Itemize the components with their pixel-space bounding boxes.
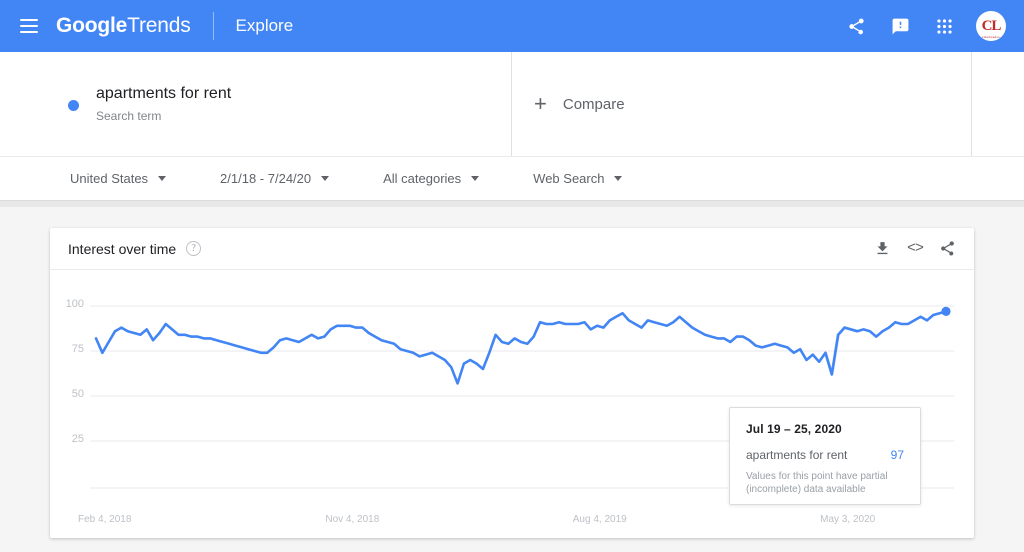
user-avatar[interactable]: CL clasificados <box>976 11 1006 41</box>
y-axis-tick-50: 50 <box>71 388 84 400</box>
feedback-icon[interactable] <box>880 6 920 46</box>
embed-glyph: <> <box>906 240 924 257</box>
chart-tooltip: Jul 19 – 25, 2020 apartments for rent 97… <box>729 407 921 505</box>
plus-icon: + <box>534 91 547 116</box>
compare-button[interactable]: + Compare <box>534 93 625 115</box>
y-axis-tick-75: 75 <box>71 343 84 355</box>
filter-date-range-label: 2/1/18 - 7/24/20 <box>220 171 312 186</box>
filter-location[interactable]: United States <box>70 171 167 186</box>
search-term-card[interactable]: apartments for rent Search term <box>0 52 512 156</box>
search-term-type: Search term <box>96 109 162 123</box>
filter-search-type-label: Web Search <box>533 171 605 186</box>
app-header: GoogleTrends Explore CL clasificados <box>0 0 1024 52</box>
page-title: Interest over time <box>68 240 177 257</box>
search-term-label: apartments for rent <box>96 85 232 102</box>
help-circle-icon[interactable]: ? <box>186 241 202 256</box>
header-actions: CL clasificados <box>836 6 1024 46</box>
share-icon[interactable] <box>836 6 876 46</box>
share-icon[interactable] <box>939 240 956 257</box>
interest-over-time-card: Interest over time ? <> 100 75 50 25 Feb… <box>50 228 974 538</box>
explore-nav-link[interactable]: Explore <box>236 16 294 36</box>
filter-date-range[interactable]: 2/1/18 - 7/24/20 <box>220 171 330 186</box>
embed-code-icon[interactable]: <> <box>906 240 924 257</box>
chevron-down-icon <box>471 176 480 181</box>
query-row-spacer <box>972 52 1024 156</box>
query-row: apartments for rent Search term + Compar… <box>0 52 1024 156</box>
avatar-initials: CL <box>981 17 1002 34</box>
filter-search-type[interactable]: Web Search <box>533 171 623 186</box>
chart-plot-area[interactable]: 100 75 50 25 Feb 4, 2018 Nov 4, 2018 Aug… <box>50 270 974 538</box>
brand-google-text: Google <box>56 14 128 37</box>
tooltip-value-row: apartments for rent 97 <box>746 448 904 462</box>
tooltip-value: 97 <box>890 448 904 462</box>
section-separator <box>0 200 1024 207</box>
card-header: Interest over time ? <> <box>50 228 974 270</box>
filter-category[interactable]: All categories <box>383 171 480 186</box>
brand-trends-text: Trends <box>127 14 191 37</box>
tooltip-date: Jul 19 – 25, 2020 <box>746 422 842 436</box>
x-axis-tick-3: May 3, 2020 <box>820 514 876 525</box>
download-icon[interactable] <box>874 240 891 257</box>
chevron-down-icon <box>321 176 330 181</box>
compare-card[interactable]: + Compare <box>512 52 972 156</box>
filter-location-label: United States <box>70 171 149 186</box>
tooltip-note: Values for this point have partial (inco… <box>746 471 888 495</box>
y-axis-tick-100: 100 <box>65 298 84 310</box>
compare-label: Compare <box>562 95 625 113</box>
filter-bar: United States 2/1/18 - 7/24/20 All categ… <box>0 156 1024 200</box>
filter-category-label: All categories <box>383 171 462 186</box>
x-axis-tick-0: Feb 4, 2018 <box>78 514 132 525</box>
chevron-down-icon <box>614 176 623 181</box>
x-axis-tick-2: Aug 4, 2019 <box>572 514 627 525</box>
chevron-down-icon <box>158 176 167 181</box>
apps-grid-icon[interactable] <box>924 6 964 46</box>
header-divider <box>212 12 214 40</box>
x-axis-tick-1: Nov 4, 2018 <box>325 514 380 525</box>
card-actions: <> <box>874 240 956 257</box>
tooltip-term: apartments for rent <box>746 448 848 462</box>
series-color-dot <box>68 100 79 111</box>
hamburger-menu-icon[interactable] <box>20 19 38 33</box>
y-axis-tick-25: 25 <box>71 433 84 445</box>
avatar-subtext: clasificados <box>982 35 1000 39</box>
google-trends-logo[interactable]: GoogleTrends <box>56 14 191 38</box>
